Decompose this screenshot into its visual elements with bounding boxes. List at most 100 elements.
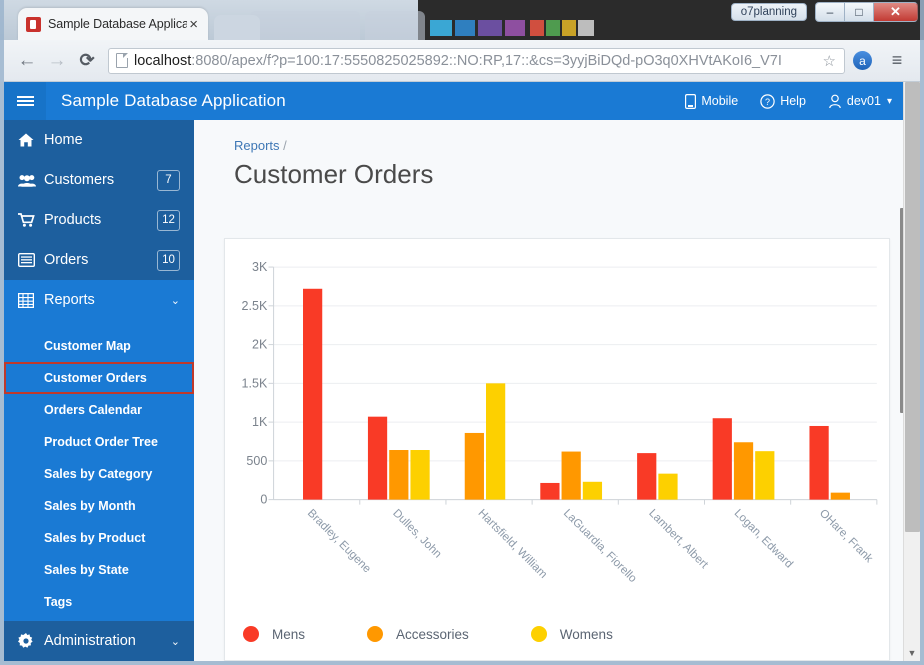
sidebar-subitem-sales-by-category-label: Sales by Category: [44, 467, 153, 481]
sidebar-item-reports[interactable]: Reports ⌄: [4, 280, 194, 320]
sidebar-item-customers-label: Customers: [44, 172, 115, 188]
hamburger-icon[interactable]: [4, 82, 46, 120]
sidebar-item-administration-label: Administration: [44, 633, 136, 649]
sidebar-subitem-sales-by-month[interactable]: Sales by Month: [4, 490, 194, 522]
header-link-help[interactable]: ? Help: [760, 93, 806, 109]
url-path: :8080/apex/f?p=100:17:5550825025892::NO:…: [191, 52, 782, 69]
gear-icon: [18, 633, 44, 649]
browser-tab[interactable]: Sample Database Applicat ×: [18, 8, 208, 40]
sidebar-subitem-customer-orders[interactable]: Customer Orders: [4, 362, 194, 394]
browser-scrollbar-thumb[interactable]: [905, 82, 920, 532]
sidebar-badge-customers: 7: [157, 169, 180, 191]
address-bar[interactable]: localhost:8080/apex/f?p=100:17:555082502…: [108, 47, 845, 74]
x-axis-tick-label: Logan, Edward: [732, 507, 795, 570]
sidebar-badge-orders: 10: [157, 249, 180, 271]
reload-icon[interactable]: ⟳: [72, 50, 102, 71]
sidebar-subitem-tags-label: Tags: [44, 595, 73, 609]
sidebar-subitem-orders-calendar-label: Orders Calendar: [44, 403, 142, 417]
sidebar-subitem-tags[interactable]: Tags: [4, 586, 194, 618]
chart-text-layer: 0 500 1K 1.5K 2K 2.5K 3K Bradley, Eugene Dulles,…: [242, 260, 875, 585]
cart-icon: [18, 213, 44, 227]
main-content: Reports / Customer Orders 0 500 1K 1.5K 2K 2.…: [194, 120, 920, 661]
sidebar-subitem-customer-orders-label: Customer Orders: [44, 371, 147, 385]
mobile-icon: [685, 93, 697, 109]
help-icon: ?: [760, 93, 775, 109]
y-axis-tick-label: 1K: [252, 415, 268, 429]
sidebar-subitem-sales-by-state[interactable]: Sales by State: [4, 554, 194, 586]
sidebar-item-orders[interactable]: Orders 10: [4, 240, 194, 280]
sidebar-item-products[interactable]: Products 12: [4, 200, 194, 240]
page-info-icon[interactable]: [116, 53, 128, 68]
browser-window: Sample Database Applicat × o7planning – …: [0, 0, 924, 665]
sidebar-badge-products: 12: [157, 209, 180, 231]
new-tab-button[interactable]: [214, 15, 260, 40]
legend-item[interactable]: Womens: [530, 626, 613, 642]
legend-label: Mens: [272, 626, 306, 642]
sidebar-subitem-product-order-tree[interactable]: Product Order Tree: [4, 426, 194, 458]
legend-item[interactable]: Mens: [243, 626, 305, 642]
url-text: localhost:8080/apex/f?p=100:17:555082502…: [134, 53, 819, 69]
window-user-label[interactable]: o7planning: [730, 3, 807, 21]
maximize-button[interactable]: □: [844, 2, 873, 22]
sidebar-item-home-label: Home: [44, 132, 83, 148]
browser-scrollbar[interactable]: ▼: [903, 82, 920, 661]
sidebar-subitem-product-order-tree-label: Product Order Tree: [44, 435, 158, 449]
legend-item[interactable]: Accessories: [367, 626, 469, 642]
legend-color-dot: [367, 626, 384, 642]
sidebar-subitem-sales-by-product[interactable]: Sales by Product: [4, 522, 194, 554]
scroll-down-arrow-icon[interactable]: ▼: [904, 644, 920, 661]
legend-color-dot: [530, 626, 547, 642]
sidebar-subitem-orders-calendar[interactable]: Orders Calendar: [4, 394, 194, 426]
header-link-help-label: Help: [780, 94, 806, 108]
x-axis-tick-label: Dulles, John: [390, 507, 443, 560]
header-link-user-label: dev01: [846, 94, 881, 108]
extension-icon[interactable]: a: [853, 51, 872, 70]
minimize-button[interactable]: –: [815, 2, 844, 22]
app-title: Sample Database Application: [61, 91, 286, 110]
list-icon: [18, 253, 44, 267]
home-icon: [18, 133, 44, 147]
chart-card: 0 500 1K 1.5K 2K 2.5K 3K Bradley, Eugene Dulles,…: [224, 238, 890, 661]
sidebar-subitem-customer-map[interactable]: Customer Map: [4, 330, 194, 362]
bookmark-star-icon[interactable]: ☆: [819, 52, 840, 70]
header-link-mobile-label: Mobile: [701, 94, 739, 108]
tab-title: Sample Database Applicat: [48, 17, 188, 31]
sidebar-item-orders-label: Orders: [44, 252, 89, 268]
sidebar-subitems: Customer Map Customer Orders Orders Cale…: [4, 320, 194, 661]
x-axis-tick-label: OHare, Frank: [817, 507, 875, 565]
breadcrumb: Reports /: [194, 120, 920, 153]
header-link-user[interactable]: dev01 ▾: [828, 94, 892, 109]
sidebar-item-home[interactable]: Home: [4, 120, 194, 160]
chevron-down-icon-admin: ⌄: [170, 635, 180, 648]
legend-label: Accessories: [396, 626, 469, 642]
app-header: Sample Database Application Mobile ? Hel…: [4, 82, 904, 120]
browser-navigation-bar: ← → ⟳ localhost:8080/apex/f?p=100:17:555…: [4, 40, 920, 82]
forward-icon[interactable]: →: [42, 50, 72, 72]
customers-icon: [18, 174, 44, 187]
sidebar-item-products-label: Products: [44, 212, 102, 228]
breadcrumb-reports[interactable]: Reports: [234, 138, 280, 153]
chevron-down-icon: ⌄: [170, 294, 180, 307]
page-viewport: Sample Database Application Mobile ? Hel…: [4, 82, 920, 661]
y-axis-tick-label: 0: [260, 493, 267, 507]
sidebar-subitem-sales-by-state-label: Sales by State: [44, 563, 129, 577]
y-axis-tick-label: 500: [246, 454, 267, 468]
user-caret-icon: ▾: [886, 95, 892, 107]
sidebar-subitem-sales-by-category[interactable]: Sales by Category: [4, 458, 194, 490]
tab-strip: Sample Database Applicat × o7planning – …: [0, 0, 924, 40]
header-link-mobile[interactable]: Mobile: [685, 93, 739, 109]
x-axis-tick-label: LaGuardia, Fiorello: [561, 507, 639, 585]
sidebar-item-customers[interactable]: Customers 7: [4, 160, 194, 200]
close-button[interactable]: ✕: [873, 2, 918, 22]
bar-chart: 0 500 1K 1.5K 2K 2.5K 3K Bradley, Eugene Dulles,…: [225, 239, 889, 660]
sidebar-item-administration[interactable]: Administration ⌄: [4, 621, 194, 661]
browser-menu-icon[interactable]: ≡: [882, 50, 912, 71]
back-icon[interactable]: ←: [12, 50, 42, 72]
x-axis-tick-label: Bradley, Eugene: [305, 507, 373, 575]
tab-close-icon[interactable]: ×: [187, 17, 200, 32]
y-axis-tick-label: 2K: [252, 338, 268, 352]
grid-icon: [18, 292, 44, 308]
favicon-icon: [26, 16, 41, 32]
sidebar: Home Customers 7 Products 12 Orders 10 R…: [4, 120, 194, 661]
legend-color-dot: [243, 626, 259, 642]
